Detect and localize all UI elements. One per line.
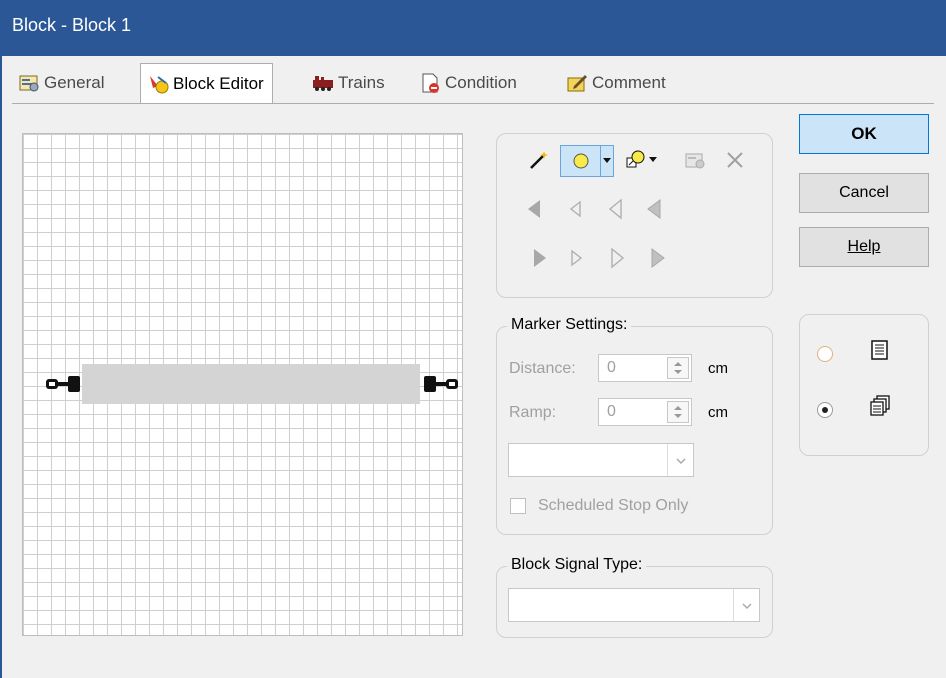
tab-strip: General Block Editor Trains Condition Co…: [14, 63, 934, 104]
left-buffer-stop-icon[interactable]: [46, 376, 80, 392]
left-arrow-double-icon: [608, 198, 622, 220]
distance-unit: cm: [708, 360, 728, 377]
ramp-value: 0: [607, 403, 616, 420]
marker-type-combo[interactable]: [508, 443, 694, 477]
window-border: [0, 56, 2, 678]
spin-arrows-icon: [674, 362, 682, 374]
circle-marker-button[interactable]: [560, 145, 602, 177]
properties-icon[interactable]: [682, 147, 708, 173]
tab-comment[interactable]: Comment: [566, 64, 666, 102]
tab-general[interactable]: General: [18, 64, 104, 102]
right-arrow-double-icon: [611, 247, 625, 269]
left-arrow-filled-icon: [647, 199, 661, 219]
right-arrow-solid-icon: [534, 249, 546, 267]
right-arrow-filled-icon: [651, 248, 665, 268]
tab-condition[interactable]: Condition: [419, 64, 517, 102]
general-settings-icon: [18, 72, 40, 94]
block-track[interactable]: [82, 364, 420, 404]
right-buffer-stop-icon[interactable]: [424, 376, 458, 392]
list-view-icon: [871, 340, 888, 360]
right-arrows-row: [534, 247, 665, 269]
stacked-view-radio[interactable]: [817, 402, 833, 418]
ramp-spin-arrows[interactable]: [667, 401, 689, 423]
condition-icon: [419, 72, 441, 94]
left-arrow-solid-icon: [528, 200, 540, 218]
tab-trains-label: Trains: [338, 73, 385, 92]
comment-icon: [566, 72, 588, 94]
view-options-group: [799, 314, 929, 456]
trains-icon: [312, 72, 334, 94]
marker-shape-icon[interactable]: [622, 147, 648, 173]
distance-spin-arrows[interactable]: [667, 357, 689, 379]
left-arrows-row: [528, 198, 661, 220]
stacked-view-icon: [870, 395, 890, 416]
radio-selected-dot: [822, 407, 828, 413]
left-arrow-outline-icon: [569, 200, 581, 218]
magic-wand-icon[interactable]: [526, 147, 552, 173]
tab-general-label: General: [44, 73, 105, 92]
chevron-down-icon: [742, 603, 752, 610]
list-view-radio[interactable]: [817, 346, 833, 362]
block-editor-icon: [147, 73, 169, 95]
cancel-button[interactable]: Cancel: [799, 173, 929, 213]
distance-spinner[interactable]: 0: [598, 354, 692, 382]
tab-trains[interactable]: Trains: [312, 64, 385, 102]
title-bar: Block - Block 1: [0, 0, 946, 56]
help-button[interactable]: Help: [799, 227, 929, 267]
scheduled-stop-checkbox[interactable]: [510, 498, 526, 514]
ok-button[interactable]: OK: [799, 114, 929, 154]
block-signal-combo[interactable]: [508, 588, 760, 622]
distance-label: Distance:: [509, 360, 576, 377]
tab-divider: [12, 103, 934, 104]
marker-dropdown-button[interactable]: [600, 145, 614, 177]
help-button-label: Help: [847, 238, 881, 255]
dropdown-arrow-icon: [603, 158, 611, 163]
ramp-unit: cm: [708, 404, 728, 421]
tab-condition-label: Condition: [445, 73, 517, 92]
block-signal-dropdown[interactable]: [733, 589, 759, 621]
delete-icon[interactable]: [722, 147, 748, 173]
spin-arrows-icon: [674, 406, 682, 418]
window-title: Block - Block 1: [12, 15, 132, 35]
tab-comment-label: Comment: [592, 73, 666, 92]
marker-settings-title: Marker Settings:: [507, 316, 632, 334]
block-signal-title: Block Signal Type:: [507, 556, 647, 574]
circle-marker-icon: [573, 153, 589, 169]
marker-type-dropdown[interactable]: [667, 444, 693, 476]
shape-dropdown-button[interactable]: [646, 147, 660, 173]
scheduled-stop-label: Scheduled Stop Only: [538, 497, 689, 514]
ramp-label: Ramp:: [509, 404, 557, 421]
dropdown-arrow-icon: [649, 157, 657, 162]
tab-block-editor[interactable]: Block Editor: [140, 63, 273, 103]
chevron-down-icon: [676, 458, 686, 465]
ramp-spinner[interactable]: 0: [598, 398, 692, 426]
distance-value: 0: [607, 359, 616, 376]
tab-block-editor-label: Block Editor: [173, 73, 264, 93]
right-arrow-outline-icon: [571, 249, 583, 267]
